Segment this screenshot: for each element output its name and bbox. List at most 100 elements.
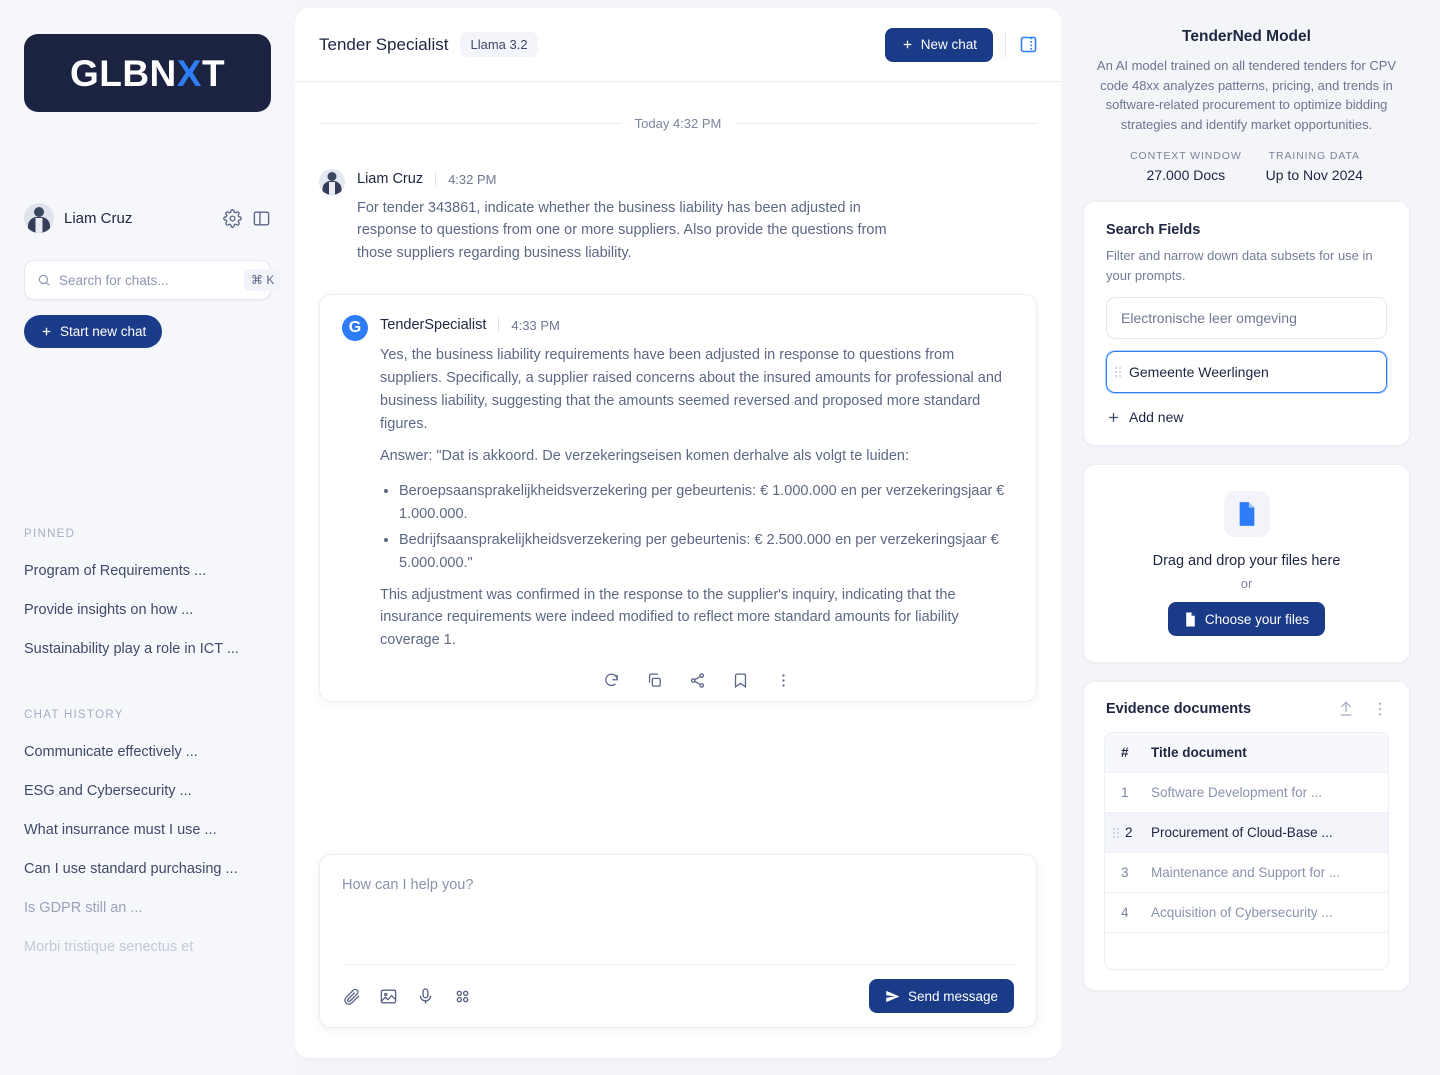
table-row[interactable]: 2 Procurement of Cloud-Base ... (1105, 813, 1388, 853)
sidebar-item-history-1[interactable]: ESG and Cybersecurity ... (24, 783, 271, 799)
row-number: 4 (1121, 905, 1129, 920)
new-chat-button[interactable]: New chat (884, 27, 993, 62)
choose-files-label: Choose your files (1204, 611, 1310, 627)
sidebar-item-history-3[interactable]: Can I use standard purchasing ... (24, 861, 271, 877)
table-row[interactable]: 4 Acquisition of Cybersecurity ... (1105, 893, 1388, 933)
add-new-field-button[interactable]: Add new (1106, 409, 1387, 425)
message-meta: Liam Cruz 4:32 PM (357, 169, 1037, 189)
regenerate-icon[interactable] (603, 672, 620, 689)
search-fields-subtitle: Filter and narrow down data subsets for … (1106, 248, 1373, 283)
sidebar: GLBNXT Liam Cruz ⌘ K Start (0, 0, 295, 1075)
message-input[interactable] (342, 877, 1014, 955)
row-title: Acquisition of Cybersecurity ... (1151, 905, 1333, 920)
column-header-number: # (1121, 745, 1129, 760)
start-new-chat-button[interactable]: Start new chat (24, 315, 163, 348)
right-panel: TenderNed Model An AI model trained on a… (1061, 0, 1440, 1075)
assistant-paragraph-1: Yes, the business liability requirements… (380, 347, 1002, 433)
file-icon (1184, 612, 1197, 627)
drag-handle-icon[interactable] (1113, 827, 1119, 838)
evidence-table: # Title document 1 Software Development … (1104, 732, 1389, 970)
search-field-value: Electronische leer omgeving (1121, 310, 1297, 326)
sidebar-item-history-4[interactable]: Is GDPR still an ... (24, 900, 271, 916)
share-icon[interactable] (689, 672, 706, 689)
panel-toggle-icon[interactable] (252, 209, 271, 228)
send-message-label: Send message (907, 988, 998, 1004)
composer-wrap: Send message (295, 854, 1061, 1058)
model-info: TenderNed Model An AI model trained on a… (1083, 28, 1410, 183)
day-divider-label: Today 4:32 PM (634, 116, 722, 131)
apps-grid-icon[interactable] (453, 987, 472, 1006)
chat-panel: Tender Specialist Llama 3.2 New chat Tod… (295, 8, 1061, 1058)
evidence-documents-card: Evidence documents # Title document 1 So… (1083, 681, 1410, 991)
message-text: For tender 343861, indicate whether the … (357, 200, 887, 261)
gear-icon[interactable] (223, 208, 242, 228)
chat-header: Tender Specialist Llama 3.2 New chat (295, 8, 1061, 82)
more-options-icon[interactable] (1371, 700, 1389, 718)
upload-or-label: or (1240, 576, 1253, 591)
sidebar-item-pinned-0[interactable]: Program of Requirements ... (24, 563, 271, 579)
message-assistant: G TenderSpecialist 4:33 PM Yes, the busi… (319, 294, 1037, 703)
evidence-title: Evidence documents (1106, 701, 1252, 717)
logo-tail: T (201, 52, 226, 94)
logo-main: GLBN (69, 52, 177, 94)
plus-icon (40, 325, 53, 338)
search-fields-title: Search Fields (1106, 222, 1201, 238)
user-name: Liam Cruz (64, 209, 133, 227)
composer-divider (342, 964, 1014, 965)
more-options-icon[interactable] (775, 672, 792, 689)
file-upload-card[interactable]: Drag and drop your files here or Choose … (1083, 464, 1410, 663)
copy-icon[interactable] (646, 672, 663, 689)
row-title: Procurement of Cloud-Base ... (1151, 825, 1333, 840)
drag-handle-icon[interactable] (1115, 367, 1121, 377)
app-root: GLBNXT Liam Cruz ⌘ K Start (0, 0, 1440, 1075)
microphone-icon[interactable] (416, 987, 435, 1006)
brand-logo-text: GLBNXT (70, 55, 225, 92)
choose-files-button[interactable]: Choose your files (1167, 602, 1326, 636)
search-field-0[interactable]: Electronische leer omgeving (1106, 297, 1387, 339)
bookmark-icon[interactable] (732, 672, 749, 689)
row-number: 1 (1121, 785, 1129, 800)
page-title: Tender Specialist (319, 34, 449, 54)
table-row-empty (1105, 933, 1388, 969)
avatar (24, 203, 54, 233)
table-row[interactable]: 1 Software Development for ... (1105, 773, 1388, 813)
table-row[interactable]: 3 Maintenance and Support for ... (1105, 853, 1388, 893)
search-icon (37, 273, 51, 287)
column-header-title: Title document (1151, 745, 1247, 760)
search-shortcut: ⌘ K (244, 269, 282, 291)
row-number: 2 (1105, 825, 1151, 840)
logo-accent: X (176, 52, 202, 94)
file-icon (1223, 491, 1270, 537)
assistant-bullet-list: Beroepsaansprakelijkheidsverzekering per… (380, 480, 1014, 575)
model-description: An AI model trained on all tendered tend… (1096, 58, 1397, 132)
sidebar-item-history-2[interactable]: What insurrance must I use ... (24, 822, 271, 838)
plus-icon (901, 38, 914, 51)
composer: Send message (319, 854, 1037, 1028)
model-title: TenderNed Model (1182, 28, 1311, 45)
list-item: Bedrijfsaansprakelijkheidsverzekering pe… (399, 529, 1014, 575)
add-new-label: Add new (1129, 409, 1184, 425)
sidebar-item-pinned-2[interactable]: Sustainability play a role in ICT ... (24, 641, 271, 657)
search-box[interactable]: ⌘ K (24, 260, 282, 300)
send-message-button[interactable]: Send message (868, 979, 1014, 1013)
sidebar-item-history-0[interactable]: Communicate effectively ... (24, 744, 271, 760)
search-field-1[interactable]: Gemeente Weerlingen (1106, 351, 1387, 393)
brand-logo[interactable]: GLBNXT (24, 34, 271, 112)
sidebar-item-pinned-1[interactable]: Provide insights on how ... (24, 602, 271, 618)
attachment-icon[interactable] (342, 987, 361, 1006)
avatar (319, 169, 345, 195)
image-icon[interactable] (379, 987, 398, 1006)
chat-history-section: CHAT HISTORY Communicate effectively ...… (24, 709, 271, 955)
stat-value: 27.000 Docs (1146, 167, 1226, 183)
sidebar-item-history-5[interactable]: Morbi tristique senectus et (24, 939, 271, 955)
upload-title: Drag and drop your files here (1152, 553, 1341, 569)
message-time: 4:32 PM (448, 171, 497, 187)
message-meta: TenderSpecialist 4:33 PM (380, 315, 1014, 335)
right-panel-toggle-icon[interactable] (1018, 34, 1039, 55)
user-row: Liam Cruz (24, 202, 271, 234)
search-fields-card: Search Fields Filter and narrow down dat… (1083, 201, 1410, 446)
search-input[interactable] (59, 272, 236, 288)
upload-icon[interactable] (1337, 700, 1355, 718)
chat-messages-area[interactable]: Today 4:32 PM Liam Cruz 4:32 PM For tend… (295, 82, 1061, 854)
chat-history-label: CHAT HISTORY (24, 709, 124, 721)
